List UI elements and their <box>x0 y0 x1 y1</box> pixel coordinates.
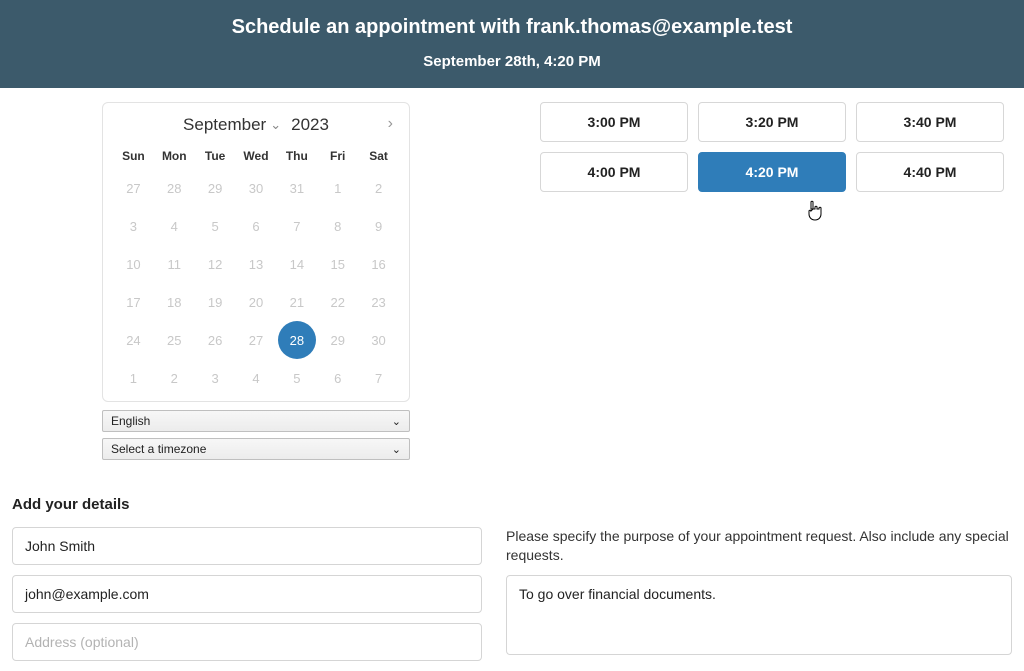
calendar-day[interactable]: 29 <box>317 321 358 359</box>
calendar-day[interactable]: 1 <box>113 359 154 397</box>
calendar-day[interactable]: 24 <box>113 321 154 359</box>
calendar-day[interactable]: 7 <box>276 207 317 245</box>
calendar-day[interactable]: 29 <box>195 169 236 207</box>
timezone-value: Select a timezone <box>111 442 206 456</box>
calendar-day[interactable]: 11 <box>154 245 195 283</box>
calendar-day[interactable]: 5 <box>195 207 236 245</box>
month-select[interactable]: September ⌄ <box>183 115 281 135</box>
email-field[interactable]: john@example.com <box>12 575 482 613</box>
calendar-day[interactable]: 9 <box>358 207 399 245</box>
time-slot[interactable]: 3:20 PM <box>698 102 846 142</box>
calendar-day[interactable]: 20 <box>236 283 277 321</box>
calendar-day[interactable]: 5 <box>276 359 317 397</box>
calendar-day[interactable]: 13 <box>236 245 277 283</box>
calendar-day[interactable]: 27 <box>236 321 277 359</box>
weekday-row: SunMonTueWedThuFriSat <box>113 143 399 169</box>
calendar-day[interactable]: 18 <box>154 283 195 321</box>
purpose-label: Please specify the purpose of your appoi… <box>506 527 1012 565</box>
calendar-day[interactable]: 3 <box>113 207 154 245</box>
calendar-day[interactable]: 28 <box>278 321 316 359</box>
time-slot-grid: 3:00 PM3:20 PM3:40 PM 4:00 PM4:20 PM4:40 … <box>540 102 1004 192</box>
calendar-week: 272829303112 <box>113 169 399 207</box>
calendar-day[interactable]: 23 <box>358 283 399 321</box>
calendar-header: September ⌄ 2023 › <box>113 113 399 143</box>
purpose-textarea[interactable]: To go over financial documents. <box>506 575 1012 655</box>
calendar-day[interactable]: 27 <box>113 169 154 207</box>
calendar-day[interactable]: 12 <box>195 245 236 283</box>
calendar-day[interactable]: 8 <box>317 207 358 245</box>
calendar-day[interactable]: 3 <box>195 359 236 397</box>
chevron-down-icon: ⌄ <box>270 117 281 133</box>
calendar-day[interactable]: 2 <box>154 359 195 397</box>
weekday-label: Fri <box>317 143 358 169</box>
calendar-week: 17181920212223 <box>113 283 399 321</box>
chevron-right-icon: › <box>388 115 393 132</box>
time-slot[interactable]: 3:40 PM <box>856 102 1004 142</box>
weekday-label: Sun <box>113 143 154 169</box>
calendar-day[interactable]: 10 <box>113 245 154 283</box>
calendar-day[interactable]: 21 <box>276 283 317 321</box>
calendar-day[interactable]: 17 <box>113 283 154 321</box>
calendar-day[interactable]: 31 <box>276 169 317 207</box>
month-label: September <box>183 115 266 135</box>
calendar-week: 1234567 <box>113 359 399 397</box>
weekday-label: Wed <box>236 143 277 169</box>
address-field[interactable]: Address (optional) <box>12 623 482 661</box>
calendar-day[interactable]: 4 <box>154 207 195 245</box>
calendar-day[interactable]: 30 <box>236 169 277 207</box>
time-slot[interactable]: 3:00 PM <box>540 102 688 142</box>
calendar-week: 3456789 <box>113 207 399 245</box>
language-value: English <box>111 414 150 428</box>
calendar-week: 10111213141516 <box>113 245 399 283</box>
calendar-day[interactable]: 30 <box>358 321 399 359</box>
time-slot[interactable]: 4:00 PM <box>540 152 688 192</box>
language-select[interactable]: English ⌄ <box>102 410 410 432</box>
year-label: 2023 <box>291 115 329 135</box>
weekday-label: Sat <box>358 143 399 169</box>
time-slot[interactable]: 4:40 PM <box>856 152 1004 192</box>
calendar-day[interactable]: 7 <box>358 359 399 397</box>
calendar-day[interactable]: 1 <box>317 169 358 207</box>
calendar-day[interactable]: 14 <box>276 245 317 283</box>
weekday-label: Thu <box>276 143 317 169</box>
timezone-select[interactable]: Select a timezone ⌄ <box>102 438 410 460</box>
details-heading: Add your details <box>12 496 1012 513</box>
page-header: Schedule an appointment with frank.thoma… <box>0 0 1024 88</box>
calendar-day[interactable]: 6 <box>317 359 358 397</box>
next-month-button[interactable]: › <box>388 115 393 133</box>
calendar-week: 24252627282930 <box>113 321 399 359</box>
calendar-day[interactable]: 6 <box>236 207 277 245</box>
weekday-label: Mon <box>154 143 195 169</box>
calendar-day[interactable]: 25 <box>154 321 195 359</box>
calendar-day[interactable]: 22 <box>317 283 358 321</box>
name-field[interactable]: John Smith <box>12 527 482 565</box>
calendar: September ⌄ 2023 › SunMonTueWedThuFriSat… <box>102 102 410 402</box>
calendar-day[interactable]: 26 <box>195 321 236 359</box>
calendar-day[interactable]: 28 <box>154 169 195 207</box>
calendar-day[interactable]: 2 <box>358 169 399 207</box>
chevron-down-icon: ⌄ <box>392 443 401 456</box>
calendar-day[interactable]: 19 <box>195 283 236 321</box>
page-title: Schedule an appointment with frank.thoma… <box>0 16 1024 39</box>
weekday-label: Tue <box>195 143 236 169</box>
calendar-day[interactable]: 4 <box>236 359 277 397</box>
selected-datetime: September 28th, 4:20 PM <box>0 53 1024 70</box>
time-slot[interactable]: 4:20 PM <box>698 152 846 192</box>
calendar-day[interactable]: 16 <box>358 245 399 283</box>
calendar-grid: 2728293031123456789101112131415161718192… <box>113 169 399 397</box>
calendar-day[interactable]: 15 <box>317 245 358 283</box>
chevron-down-icon: ⌄ <box>392 415 401 428</box>
